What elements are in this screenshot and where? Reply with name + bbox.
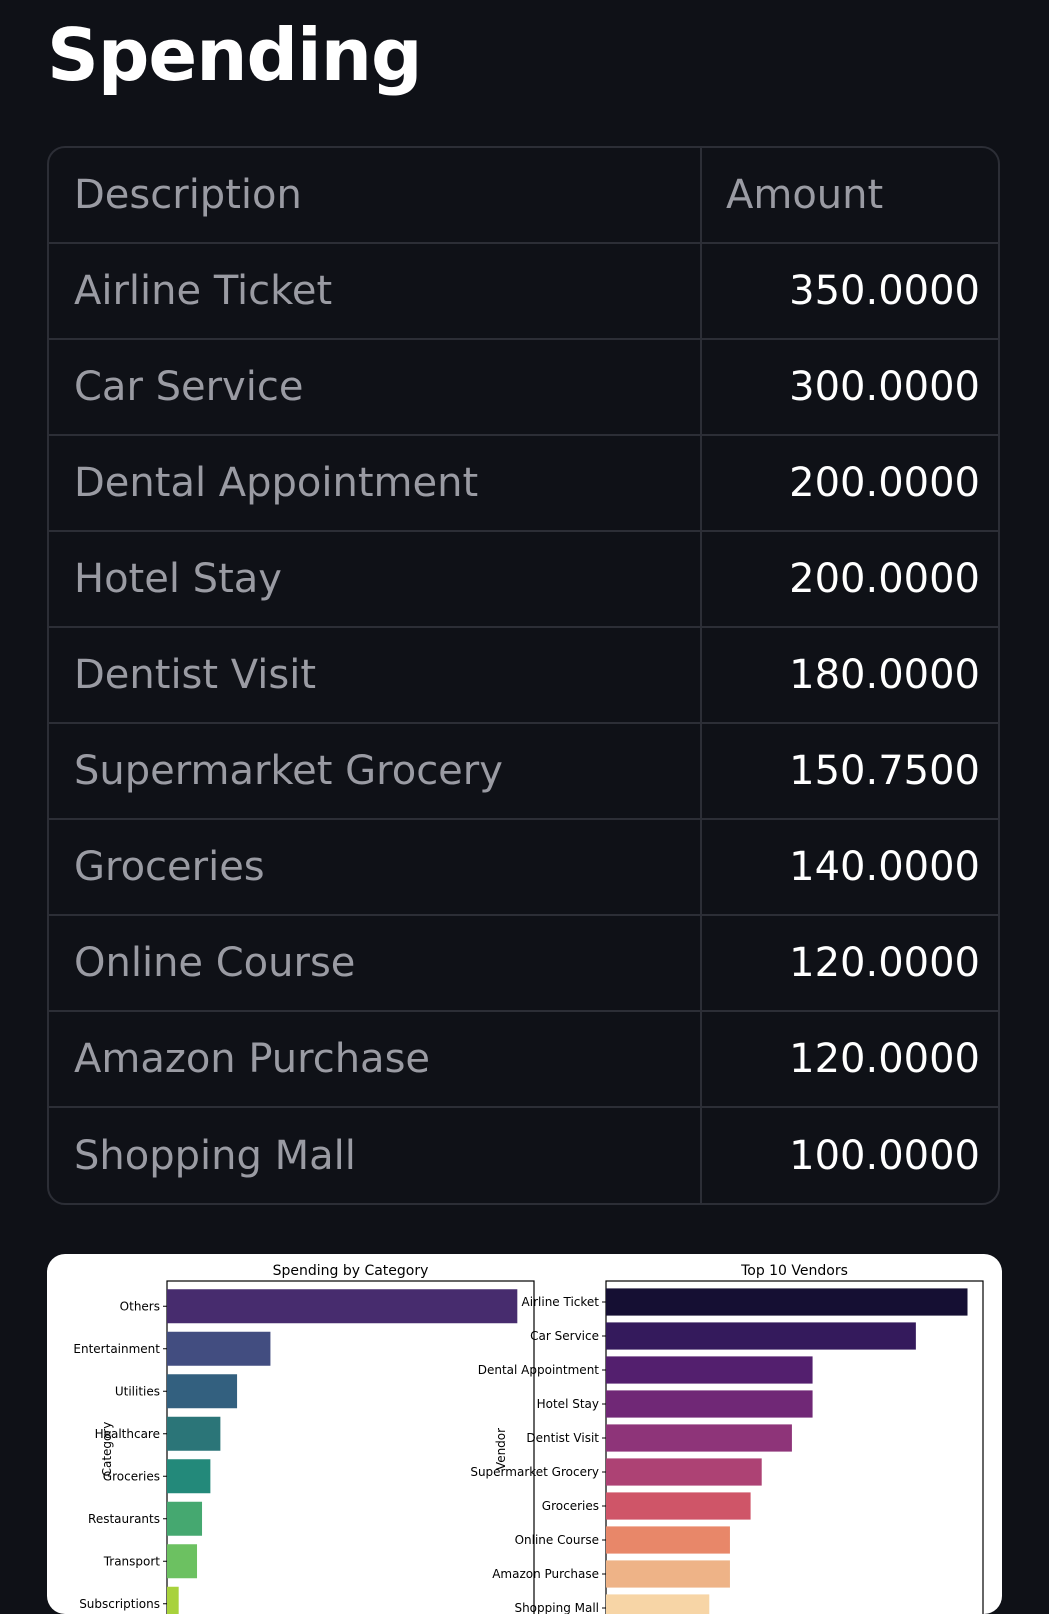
tick-label: Dentist Visit (526, 1431, 599, 1445)
tick-label: Utilities (115, 1384, 160, 1398)
tick-label: Shopping Mall (514, 1601, 599, 1614)
bar (167, 1416, 221, 1451)
tick-label: Supermarket Grocery (470, 1465, 599, 1479)
tick-label: Amazon Purchase (492, 1567, 599, 1581)
table-row: Car Service 300.0000 (49, 340, 998, 436)
table-row: Hotel Stay 200.0000 (49, 532, 998, 628)
cell-description[interactable]: Dentist Visit (49, 628, 702, 722)
bar (606, 1322, 916, 1350)
charts-figure: Spending by Category Category Others Entert… (47, 1254, 1002, 1614)
tick-label: Online Course (515, 1533, 599, 1547)
bar (606, 1594, 710, 1614)
bar (167, 1501, 203, 1536)
bar (167, 1459, 211, 1494)
bar (606, 1424, 792, 1452)
bar (606, 1356, 813, 1384)
table-header-row: Description Amount (49, 148, 998, 244)
cell-amount[interactable]: 120.0000 (702, 1012, 998, 1106)
axis-label-vendor: Vendor (494, 1428, 508, 1470)
cell-description[interactable]: Shopping Mall (49, 1108, 702, 1203)
table-row: Dentist Visit 180.0000 (49, 628, 998, 724)
tick-label: Dental Appointment (478, 1363, 600, 1377)
cell-description[interactable]: Airline Ticket (49, 244, 702, 338)
spending-table: Description Amount Airline Ticket 350.00… (47, 146, 1000, 1205)
cell-amount[interactable]: 200.0000 (702, 532, 998, 626)
page-title: Spending (47, 13, 422, 97)
table-row: Shopping Mall 100.0000 (49, 1108, 998, 1203)
plot-frame (166, 1280, 535, 1614)
cell-description[interactable]: Hotel Stay (49, 532, 702, 626)
cell-description[interactable]: Supermarket Grocery (49, 724, 702, 818)
table-row: Groceries 140.0000 (49, 820, 998, 916)
chart-title-vendor: Top 10 Vendors (740, 1263, 848, 1279)
cell-amount[interactable]: 180.0000 (702, 628, 998, 722)
table-row: Amazon Purchase 120.0000 (49, 1012, 998, 1108)
bar (167, 1289, 518, 1324)
cell-description[interactable]: Amazon Purchase (49, 1012, 702, 1106)
cell-amount[interactable]: 200.0000 (702, 436, 998, 530)
cell-amount[interactable]: 150.7500 (702, 724, 998, 818)
cell-amount[interactable]: 140.0000 (702, 820, 998, 914)
column-header-amount[interactable]: Amount (702, 148, 998, 242)
table-row: Online Course 120.0000 (49, 916, 998, 1012)
cell-description[interactable]: Online Course (49, 916, 702, 1010)
tick-label: Hotel Stay (537, 1397, 599, 1411)
tick-label: Others (120, 1299, 160, 1313)
bar (167, 1544, 198, 1579)
tick-label: Transport (103, 1554, 161, 1568)
tick-label: Healthcare (95, 1427, 160, 1441)
tick-label: Car Service (530, 1329, 599, 1343)
bar (606, 1390, 813, 1418)
bar (606, 1288, 968, 1316)
table-row: Airline Ticket 350.0000 (49, 244, 998, 340)
tick-label: Groceries (542, 1499, 599, 1513)
cell-amount[interactable]: 100.0000 (702, 1108, 998, 1203)
cell-amount[interactable]: 300.0000 (702, 340, 998, 434)
bar (167, 1586, 179, 1614)
table-row: Supermarket Grocery 150.7500 (49, 724, 998, 820)
tick-label: Entertainment (73, 1342, 160, 1356)
tick-label: Groceries (103, 1469, 160, 1483)
cell-description[interactable]: Dental Appointment (49, 436, 702, 530)
cell-amount[interactable]: 350.0000 (702, 244, 998, 338)
bar (606, 1526, 730, 1554)
column-header-description[interactable]: Description (49, 148, 702, 242)
bar (167, 1331, 271, 1366)
bar (606, 1560, 730, 1588)
bar (606, 1458, 762, 1486)
chart-title-category: Spending by Category (273, 1263, 429, 1279)
bar (606, 1492, 751, 1520)
tick-label: Airline Ticket (522, 1295, 600, 1309)
charts-svg: Spending by CategoryCategoryOthersEntert… (73, 1263, 984, 1614)
cell-amount[interactable]: 120.0000 (702, 916, 998, 1010)
cell-description[interactable]: Groceries (49, 820, 702, 914)
tick-label: Subscriptions (79, 1597, 160, 1611)
tick-label: Restaurants (88, 1512, 160, 1526)
bar (167, 1374, 238, 1409)
table-row: Dental Appointment 200.0000 (49, 436, 998, 532)
cell-description[interactable]: Car Service (49, 340, 702, 434)
